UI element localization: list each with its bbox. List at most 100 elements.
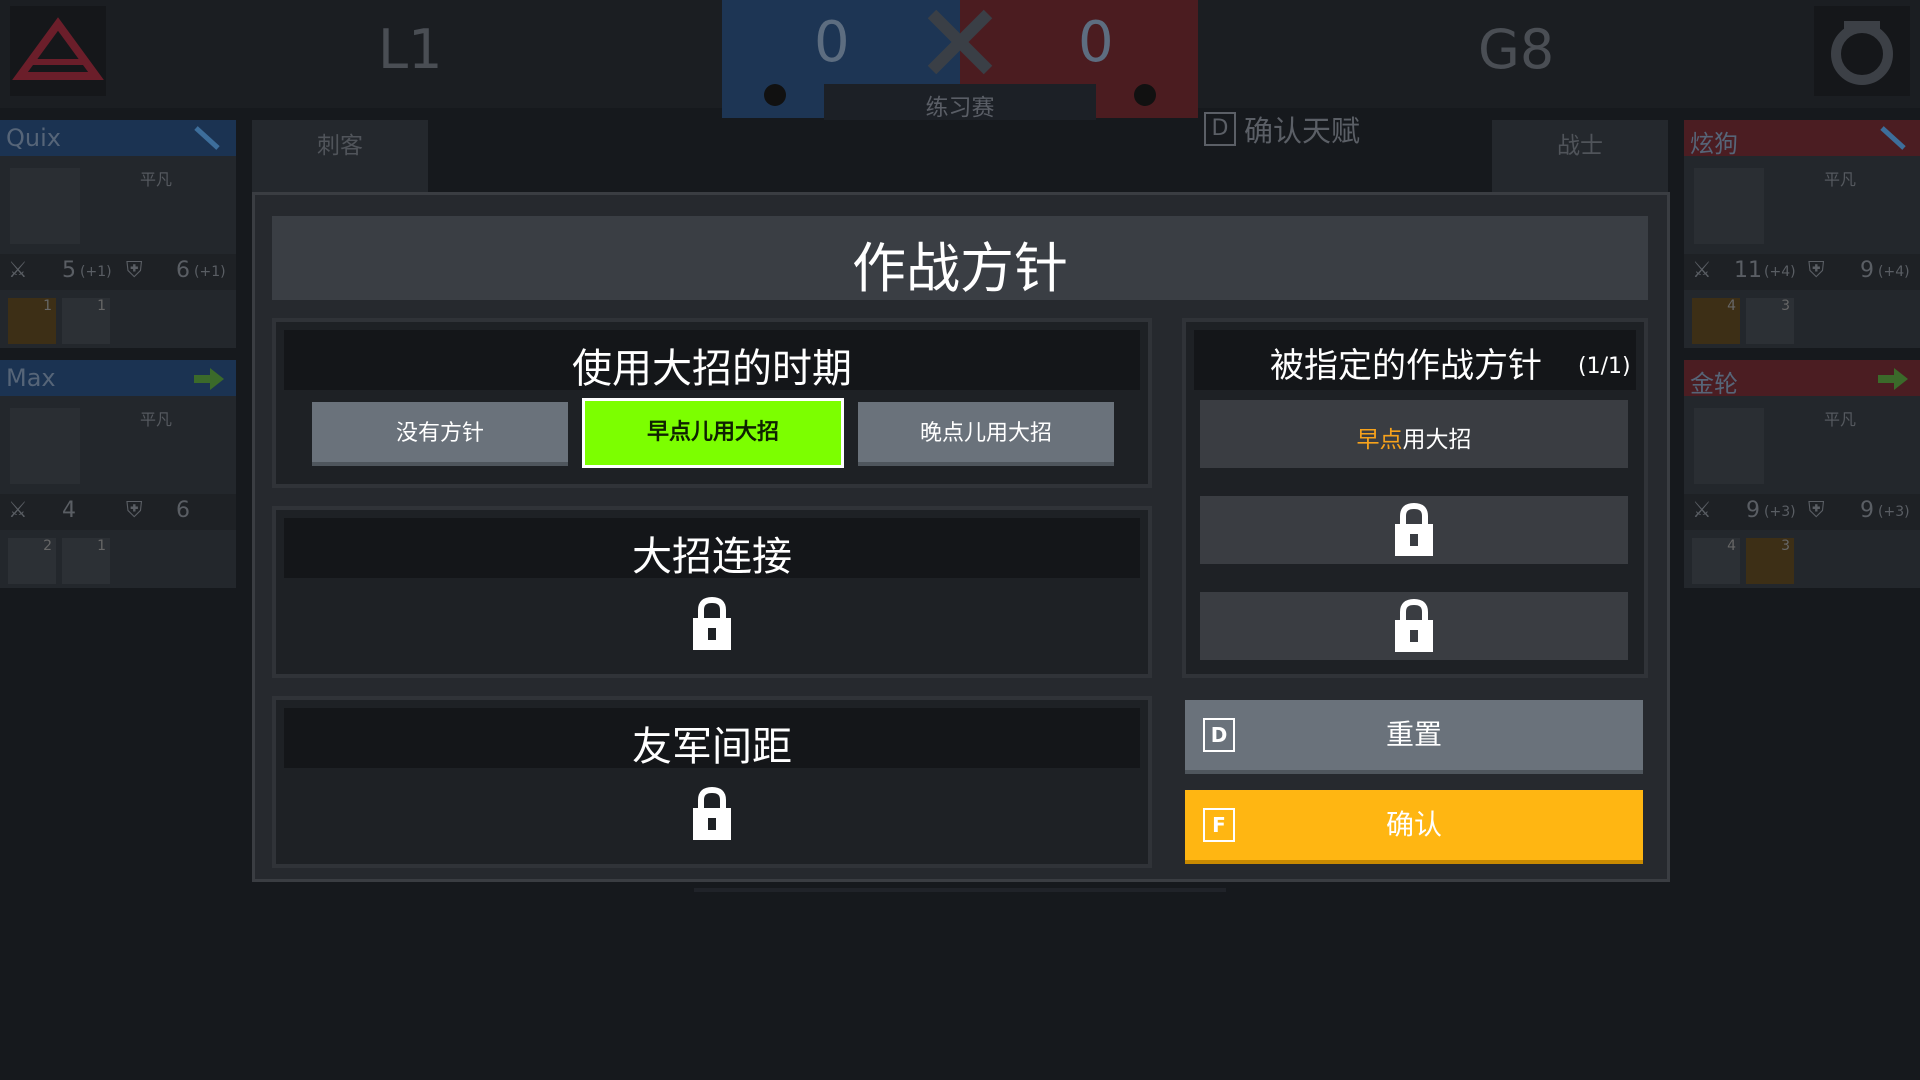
skill-slot: 3 (1746, 298, 1794, 344)
player-stats: ⚔ 5 (+1) ⛨ 6 (+1) (0, 254, 236, 290)
reset-label: 重置 (1385, 718, 1442, 751)
assigned-slot-1-highlight: 早点 (1356, 427, 1403, 453)
player-name: 金轮 (1690, 370, 1738, 398)
player-stats: ⚔ 4 ⛨ 6 (0, 494, 236, 530)
player-tier: 平凡 (1824, 410, 1857, 429)
attack-bonus: (+3) (1764, 504, 1796, 520)
player-name: 炫狗 (1690, 130, 1738, 158)
chain-title: 大招连接 (632, 534, 792, 580)
confirm-talent-hint[interactable]: D 确认天赋 (1204, 108, 1360, 150)
attack-value: 11 (1734, 258, 1762, 283)
left-team-name: L1 (378, 18, 443, 81)
red-dot (1134, 84, 1156, 106)
skill-slot: 4 (1692, 538, 1740, 584)
left-team-logo (10, 6, 106, 96)
blue-score: 0 (814, 10, 850, 75)
timing-panel-header: 使用大招的时期 (284, 330, 1140, 392)
role-tab-left[interactable]: 刺客 (252, 120, 428, 194)
assigned-slot-2 (1200, 496, 1628, 564)
player-card-right-1[interactable]: 炫狗 平凡 ⚔ 11 (+4) ⛨ 9 (+4) 4 3 (1684, 120, 1920, 348)
modal-title: 作战方针 (852, 237, 1068, 300)
right-team-logo (1814, 6, 1910, 96)
mode-strip: 练习赛 (824, 84, 1096, 121)
attack-bonus: (+1) (80, 264, 112, 280)
skill-slot: 1 (62, 538, 110, 584)
confirm-label: 确认 (1385, 808, 1442, 841)
shield-icon: ⛨ (1808, 498, 1825, 523)
timing-title: 使用大招的时期 (572, 346, 852, 392)
attack-bonus: (+4) (1764, 264, 1796, 280)
avatar (10, 168, 80, 244)
lock-icon (689, 786, 735, 842)
option-late-ult-button[interactable]: 晚点儿用大招 (858, 402, 1114, 466)
sword-icon: ⚔ (1692, 498, 1712, 523)
sword-icon: ⚔ (8, 258, 28, 283)
lock-icon (1391, 598, 1437, 654)
defense-bonus: (+3) (1878, 504, 1910, 520)
avatar (10, 408, 80, 484)
role-tab-left-label: 刺客 (317, 133, 363, 159)
player-stats: ⚔ 9 (+3) ⛨ 9 (+3) (1684, 494, 1920, 530)
skill-slot: 1 (8, 298, 56, 344)
shield-icon: ⛨ (126, 498, 143, 523)
defense-value: 6 (176, 498, 190, 523)
defense-value: 6 (176, 258, 190, 283)
spacing-title: 友军间距 (632, 724, 792, 770)
attack-value: 9 (1746, 498, 1760, 523)
skill-slot: 2 (8, 538, 56, 584)
reset-button[interactable]: D 重置 (1185, 700, 1643, 774)
attack-value: 4 (62, 498, 76, 523)
confirm-key: F (1203, 808, 1235, 842)
assigned-panel-header: 被指定的作战方针 (1/1) (1194, 330, 1636, 390)
skill-slot: 3 (1746, 538, 1794, 584)
role-tab-right-label: 战士 (1557, 133, 1603, 159)
skill-slot: 1 (62, 298, 110, 344)
red-score: 0 (1078, 10, 1114, 75)
arrow-icon (1876, 126, 1910, 152)
skill-slot: 4 (1692, 298, 1740, 344)
avatar (1694, 408, 1764, 484)
spacing-panel-header: 友军间距 (284, 708, 1140, 770)
sword-icon: ⚔ (1692, 258, 1712, 283)
divider (694, 888, 1226, 892)
player-card-left-2[interactable]: Max 平凡 ⚔ 4 ⛨ 6 2 1 (0, 360, 236, 588)
assigned-count: (1/1) (1578, 354, 1631, 379)
arrow-icon (190, 126, 224, 152)
assigned-slot-1-text: 早点用大招 (1200, 420, 1628, 454)
player-tier: 平凡 (140, 410, 173, 429)
player-card-right-2[interactable]: 金轮 平凡 ⚔ 9 (+3) ⛨ 9 (+3) 4 3 (1684, 360, 1920, 588)
sword-icon: ⚔ (8, 498, 28, 523)
option-early-ult-button[interactable]: 早点儿用大招 (582, 398, 844, 468)
assigned-slot-1-rest: 用大招 (1402, 427, 1472, 453)
defense-bonus: (+1) (194, 264, 226, 280)
crossed-swords-icon (924, 8, 996, 76)
assigned-title: 被指定的作战方针 (1270, 346, 1542, 386)
chain-panel-header: 大招连接 (284, 518, 1140, 580)
reset-key: D (1203, 718, 1235, 752)
shield-icon: ⛨ (1808, 258, 1825, 283)
arrow-icon (1876, 366, 1910, 392)
player-name: Quix (6, 124, 61, 152)
assigned-slot-1[interactable]: 早点用大招 (1200, 400, 1628, 468)
defense-value: 9 (1860, 258, 1874, 283)
confirm-button[interactable]: F 确认 (1185, 790, 1643, 864)
confirm-talent-label: 确认天赋 (1244, 114, 1361, 148)
option-no-policy-button[interactable]: 没有方针 (312, 402, 568, 466)
right-team-name: G8 (1478, 18, 1555, 81)
defense-bonus: (+4) (1878, 264, 1910, 280)
avatar (1694, 168, 1764, 244)
lock-icon (1391, 502, 1437, 558)
confirm-talent-key: D (1204, 112, 1236, 146)
player-tier: 平凡 (140, 170, 173, 189)
scoreboard: 0 0 练习赛 (722, 0, 1198, 121)
role-tab-right[interactable]: 战士 (1492, 120, 1668, 194)
player-name: Max (6, 364, 56, 392)
blue-dot (764, 84, 786, 106)
arrow-icon (192, 366, 226, 392)
player-card-left-1[interactable]: Quix 平凡 ⚔ 5 (+1) ⛨ 6 (+1) 1 1 (0, 120, 236, 348)
assigned-slot-3 (1200, 592, 1628, 660)
attack-value: 5 (62, 258, 76, 283)
shield-icon: ⛨ (126, 258, 143, 283)
lock-icon (689, 596, 735, 652)
player-tier: 平凡 (1824, 170, 1857, 189)
